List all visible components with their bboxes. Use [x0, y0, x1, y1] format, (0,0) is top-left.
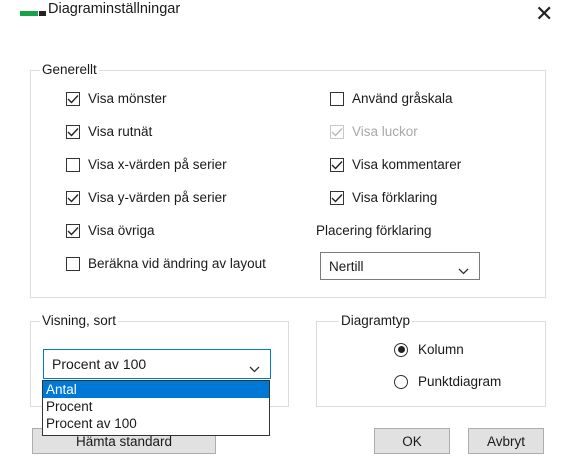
checkbox-label: Visa kommentarer	[352, 157, 462, 172]
chevron-down-icon	[458, 263, 469, 278]
right-checkbox-row: Visa luckor	[330, 124, 418, 139]
display-sort-select[interactable]: Procent av 100	[43, 349, 271, 379]
radio-label: Kolumn	[418, 342, 464, 357]
checkbox-checked-icon[interactable]	[66, 223, 80, 238]
right-checkbox-row[interactable]: Visa kommentarer	[330, 157, 461, 172]
dropdown-option[interactable]: Antal	[43, 381, 269, 398]
checkbox-label: Visa x-värden på serier	[88, 157, 227, 172]
legend-placement-value: Nertill	[329, 258, 364, 274]
checkbox-label: Visa luckor	[352, 124, 418, 139]
checkbox-label: Visa rutnät	[88, 124, 153, 139]
chart-bars-icon	[20, 9, 46, 19]
checkbox-unchecked-icon[interactable]	[330, 91, 344, 106]
chart-type-legend: Diagramtyp	[339, 313, 413, 328]
left-checkbox-row[interactable]: Visa övriga	[66, 223, 155, 238]
cancel-button[interactable]: Avbryt	[468, 428, 544, 454]
checkbox-checked-icon[interactable]	[66, 124, 80, 139]
left-checkbox-row[interactable]: Visa y-värden på serier	[66, 190, 227, 205]
checkbox-label: Visa y-värden på serier	[88, 190, 227, 205]
checkbox-label: Visa övriga	[88, 223, 155, 238]
ok-label: OK	[402, 433, 422, 449]
checkbox-checked-icon	[330, 124, 344, 139]
checkbox-label: Använd gråskala	[352, 91, 453, 106]
right-checkbox-row[interactable]: Visa förklaring	[330, 190, 437, 205]
dropdown-option[interactable]: Procent av 100	[43, 415, 269, 432]
general-legend: Generellt	[40, 62, 99, 77]
display-sort-value: Procent av 100	[52, 356, 147, 372]
right-checkbox-row[interactable]: Använd gråskala	[330, 91, 453, 106]
left-checkbox-row[interactable]: Visa mönster	[66, 91, 167, 106]
checkbox-checked-icon[interactable]	[66, 91, 80, 106]
left-checkbox-row[interactable]: Visa x-värden på serier	[66, 157, 227, 172]
radio-unselected-icon[interactable]	[394, 374, 408, 389]
display-sort-legend: Visning, sort	[40, 313, 119, 328]
checkbox-unchecked-icon[interactable]	[66, 157, 80, 172]
checkbox-label: Visa mönster	[88, 91, 167, 106]
cancel-label: Avbryt	[486, 433, 525, 449]
chart-type-group	[316, 321, 546, 407]
chart-type-radio-row[interactable]: Punktdiagram	[394, 374, 501, 389]
checkbox-checked-icon[interactable]	[330, 190, 344, 205]
checkbox-checked-icon[interactable]	[66, 190, 80, 205]
display-sort-dropdown-list: Antal Procent Procent av 100	[42, 380, 270, 436]
chart-type-radio-row[interactable]: Kolumn	[394, 342, 464, 357]
close-icon[interactable]: ✕	[535, 0, 553, 28]
left-checkbox-row[interactable]: Beräkna vid ändring av layout	[66, 256, 266, 271]
ok-button[interactable]: OK	[374, 428, 450, 454]
radio-label: Punktdiagram	[418, 374, 502, 389]
chevron-down-icon	[249, 361, 260, 376]
dropdown-option[interactable]: Procent	[43, 398, 269, 415]
legend-placement-label: Placering förklaring	[316, 223, 432, 238]
checkbox-checked-icon[interactable]	[330, 157, 344, 172]
checkbox-unchecked-icon[interactable]	[66, 256, 80, 271]
checkbox-label: Visa förklaring	[352, 190, 438, 205]
checkbox-label: Beräkna vid ändring av layout	[88, 256, 266, 271]
window-title: Diagraminställningar	[48, 1, 181, 17]
left-checkbox-row[interactable]: Visa rutnät	[66, 124, 152, 139]
legend-placement-select[interactable]: Nertill	[320, 252, 480, 280]
radio-selected-icon[interactable]	[394, 342, 408, 357]
